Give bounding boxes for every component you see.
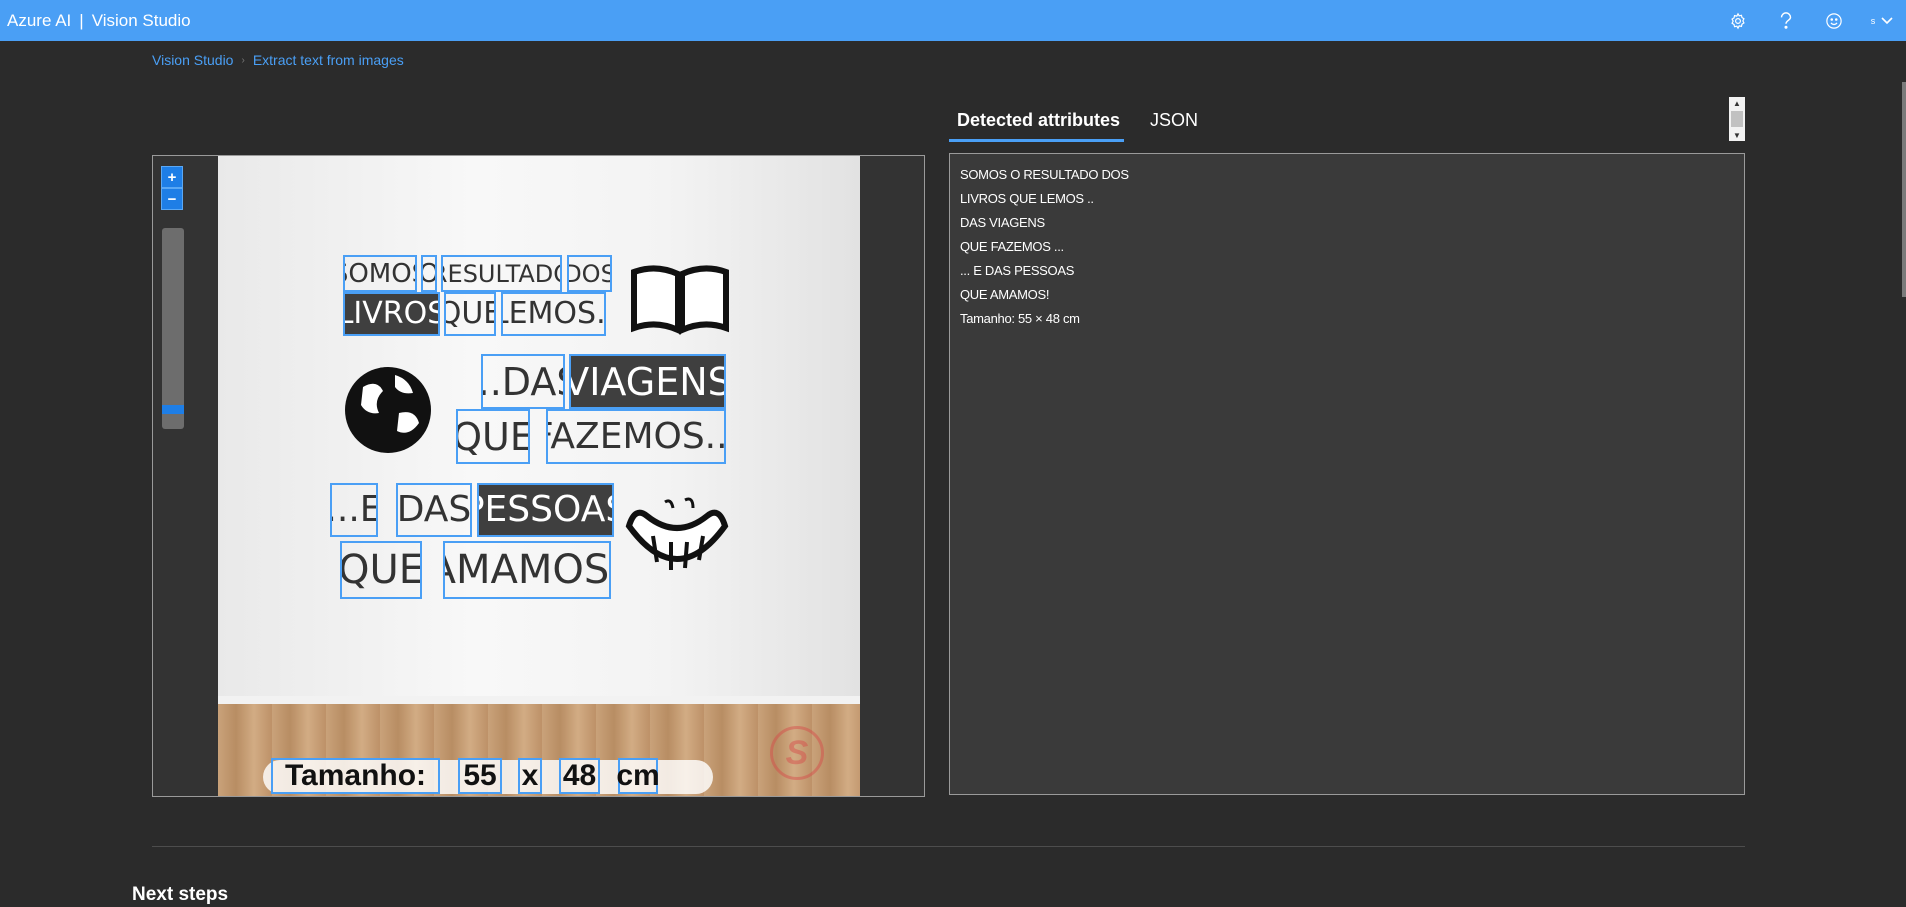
globe-icon bbox=[345, 367, 431, 453]
tab-detected-attributes[interactable]: Detected attributes bbox=[949, 98, 1125, 142]
scroll-down-arrow-icon[interactable]: ▼ bbox=[1729, 129, 1745, 141]
brand-separator: | bbox=[79, 10, 84, 30]
breadcrumb: Vision Studio › Extract text from images bbox=[152, 52, 404, 68]
brand-azure-ai: Azure AI bbox=[7, 10, 72, 30]
zoom-slider-thumb[interactable] bbox=[162, 405, 184, 414]
section-divider bbox=[152, 846, 1745, 847]
feedback-smiley-icon[interactable] bbox=[1810, 0, 1858, 41]
ocr-word-box[interactable]: AMAMOS! bbox=[443, 541, 611, 599]
detected-line: ... E DAS PESSOAS bbox=[960, 263, 1075, 278]
ocr-word-box[interactable]: O bbox=[421, 255, 437, 292]
page-scrollbar[interactable] bbox=[1902, 82, 1906, 297]
open-book-icon bbox=[631, 265, 729, 335]
scroll-thumb[interactable] bbox=[1731, 111, 1743, 127]
detected-line: QUE FAZEMOS ... bbox=[960, 239, 1064, 254]
account-menu[interactable]: s bbox=[1858, 0, 1906, 41]
ocr-word-box[interactable]: QUE bbox=[340, 541, 422, 599]
ocr-word-box[interactable]: DAS bbox=[396, 483, 472, 537]
ocr-word-box[interactable]: ...DAS bbox=[481, 354, 565, 409]
ocr-word-box[interactable]: PESSOAS bbox=[477, 483, 614, 537]
ocr-word-box[interactable]: FAZEMOS... bbox=[546, 409, 726, 464]
ocr-word-box[interactable]: LEMOS.. bbox=[501, 292, 606, 336]
top-icons: s bbox=[1714, 0, 1906, 41]
detected-line: SOMOS O RESULTADO DOS bbox=[960, 167, 1129, 182]
detected-line: LIVROS QUE LEMOS .. bbox=[960, 191, 1094, 206]
detected-line: QUE AMAMOS! bbox=[960, 287, 1050, 302]
chevron-down-icon bbox=[1881, 16, 1893, 24]
ocr-word-box[interactable]: RESULTADO bbox=[441, 255, 562, 292]
ocr-word-box[interactable]: QUE bbox=[444, 292, 496, 336]
image-viewer[interactable]: + − SOMOS O RESULTADO DOS LIVROS QUE LE bbox=[152, 155, 925, 797]
avatar: s bbox=[1870, 15, 1876, 26]
breadcrumb-separator: › bbox=[241, 54, 245, 66]
next-steps-heading: Next steps bbox=[132, 884, 229, 905]
settings-icon[interactable] bbox=[1714, 0, 1762, 41]
detected-line: DAS VIAGENS bbox=[960, 215, 1045, 230]
ocr-word-box[interactable]: VIAGENS bbox=[569, 354, 726, 409]
ocr-word-box[interactable]: ...E bbox=[330, 483, 378, 537]
breadcrumb-extract-text[interactable]: Extract text from images bbox=[253, 52, 404, 68]
ocr-word-box[interactable]: 48 bbox=[559, 758, 600, 794]
zoom-slider[interactable] bbox=[162, 228, 184, 429]
tabs-scrollbar[interactable]: ▲ ▼ bbox=[1729, 97, 1745, 141]
grin-smile-icon bbox=[625, 497, 729, 570]
ocr-word-box[interactable]: x bbox=[518, 758, 542, 794]
tab-json[interactable]: JSON bbox=[1146, 98, 1202, 142]
ocr-word-box[interactable]: LIVROS bbox=[343, 292, 440, 336]
ocr-word-box[interactable]: Tamanho: bbox=[271, 758, 440, 794]
ocr-word-box[interactable]: SOMOS bbox=[343, 255, 417, 292]
watermark-logo: S bbox=[770, 726, 824, 780]
ocr-word-box[interactable]: 55 bbox=[458, 758, 502, 794]
result-tabs: Detected attributes JSON bbox=[949, 98, 1224, 142]
zoom-out-button[interactable]: − bbox=[161, 188, 183, 210]
brand-vision-studio: Vision Studio bbox=[91, 10, 191, 30]
zoom-in-button[interactable]: + bbox=[161, 166, 183, 188]
breadcrumb-vision-studio[interactable]: Vision Studio bbox=[152, 52, 233, 68]
analyzed-image: SOMOS O RESULTADO DOS LIVROS QUE LEMOS..… bbox=[218, 156, 860, 796]
detected-line: Tamanho: 55 × 48 cm bbox=[960, 311, 1080, 326]
scroll-up-arrow-icon[interactable]: ▲ bbox=[1729, 97, 1745, 109]
ocr-word-box[interactable]: cm bbox=[616, 758, 660, 794]
ocr-word-box[interactable]: QUE bbox=[456, 409, 530, 464]
top-bar: Azure AI | Vision Studio s bbox=[0, 0, 1906, 41]
ocr-word-box[interactable]: DOS bbox=[567, 255, 612, 292]
help-icon[interactable] bbox=[1762, 0, 1810, 41]
detected-text-panel: SOMOS O RESULTADO DOS LIVROS QUE LEMOS .… bbox=[949, 153, 1745, 795]
brand[interactable]: Azure AI | Vision Studio bbox=[0, 11, 191, 31]
